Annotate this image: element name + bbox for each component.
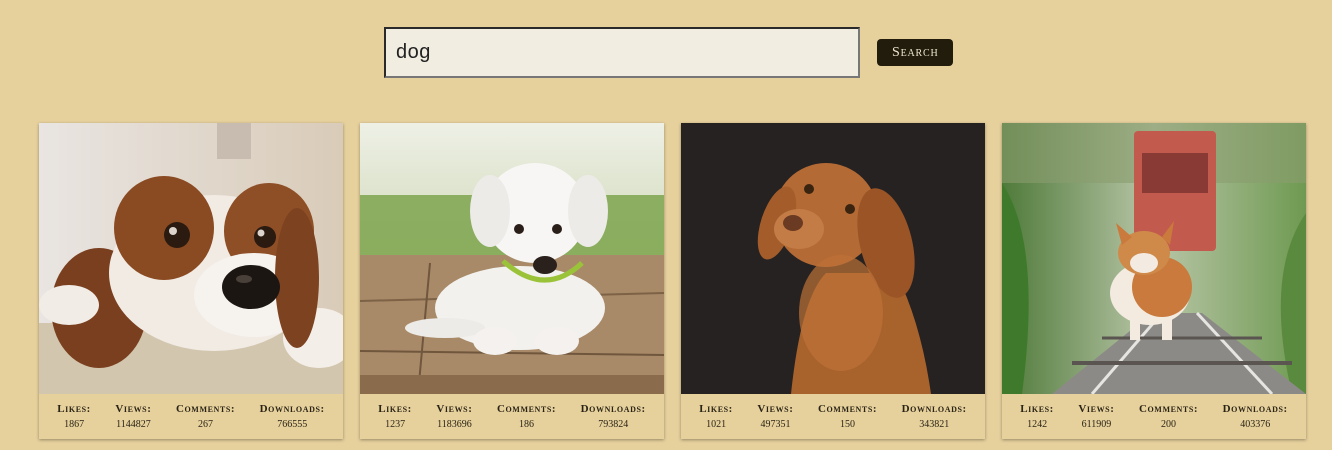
downloads-stat: Downloads: 403376 [1223,401,1288,433]
views-value: 497351 [760,418,791,430]
dog-photo[interactable] [39,123,343,394]
views-value: 1183696 [437,418,472,430]
likes-label: Likes: [699,402,733,415]
comments-stat: Comments: 200 [1139,401,1198,433]
likes-stat: Likes: 1021 [699,401,733,433]
image-card[interactable]: Likes: 1237 Views: 1183696 Comments: 186… [360,123,664,439]
search-button[interactable]: Search [877,39,954,66]
image-stats: Likes: 1242 Views: 611909 Comments: 200 … [1002,394,1306,439]
image-stats: Likes: 1021 Views: 497351 Comments: 150 … [681,394,985,439]
dog-photo[interactable] [360,123,664,394]
dog-photo[interactable] [681,123,985,394]
likes-value: 1021 [706,418,727,430]
views-label: Views: [115,402,152,415]
views-label: Views: [757,402,794,415]
views-value: 611909 [1081,418,1112,430]
search-form: Search [384,27,954,78]
downloads-value: 766555 [277,418,308,430]
likes-stat: Likes: 1867 [57,401,91,433]
comments-label: Comments: [496,402,557,415]
downloads-label: Downloads: [901,402,967,415]
downloads-value: 793824 [598,418,629,430]
downloads-value: 343821 [919,418,950,430]
comments-value: 186 [519,418,535,430]
views-stat: Views: 611909 [1078,401,1114,433]
views-stat: Views: 1144827 [115,401,151,433]
likes-label: Likes: [378,402,412,415]
downloads-label: Downloads: [259,402,325,415]
likes-label: Likes: [1020,402,1054,415]
comments-value: 200 [1161,418,1177,430]
downloads-stat: Downloads: 343821 [902,401,967,433]
likes-value: 1237 [385,418,406,430]
likes-value: 1867 [64,418,85,430]
likes-stat: Likes: 1237 [378,401,412,433]
comments-stat: Comments: 150 [818,401,877,433]
downloads-value: 403376 [1240,418,1271,430]
image-card[interactable]: Likes: 1242 Views: 611909 Comments: 200 … [1002,123,1306,439]
views-value: 1144827 [116,418,151,430]
likes-stat: Likes: 1242 [1020,401,1054,433]
downloads-stat: Downloads: 766555 [260,401,325,433]
views-stat: Views: 497351 [757,401,793,433]
downloads-stat: Downloads: 793824 [581,401,646,433]
image-stats: Likes: 1237 Views: 1183696 Comments: 186… [360,394,664,439]
image-card[interactable]: Likes: 1021 Views: 497351 Comments: 150 … [681,123,985,439]
comments-stat: Comments: 186 [497,401,556,433]
comments-value: 150 [840,418,856,430]
views-label: Views: [436,402,473,415]
comments-stat: Comments: 267 [176,401,235,433]
image-stats: Likes: 1867 Views: 1144827 Comments: 267… [39,394,343,439]
downloads-label: Downloads: [580,402,646,415]
comments-label: Comments: [1138,402,1199,415]
search-input[interactable] [384,27,860,78]
views-stat: Views: 1183696 [436,401,472,433]
views-label: Views: [1078,402,1115,415]
image-gallery: Likes: 1867 Views: 1144827 Comments: 267… [39,123,1306,439]
image-card[interactable]: Likes: 1867 Views: 1144827 Comments: 267… [39,123,343,439]
comments-label: Comments: [175,402,236,415]
likes-value: 1242 [1027,418,1048,430]
dog-photo[interactable] [1002,123,1306,394]
downloads-label: Downloads: [1222,402,1288,415]
comments-label: Comments: [817,402,878,415]
likes-label: Likes: [57,402,91,415]
comments-value: 267 [198,418,214,430]
